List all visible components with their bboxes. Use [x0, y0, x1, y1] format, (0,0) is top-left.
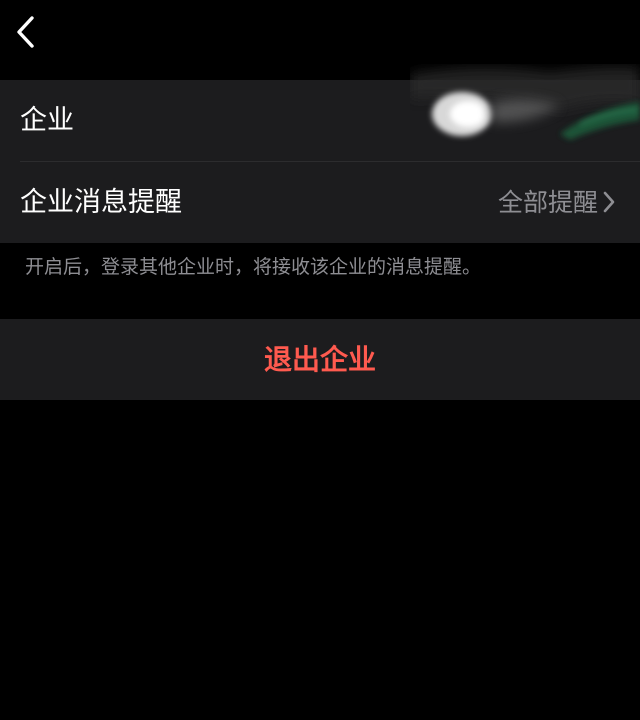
- back-button[interactable]: [8, 12, 44, 52]
- exit-enterprise-label: 退出企业: [263, 343, 376, 376]
- notification-value: 全部提醒: [497, 188, 598, 217]
- chevron-right-icon: [603, 191, 615, 213]
- exit-enterprise-button[interactable]: 退出企业: [0, 319, 640, 400]
- chevron-left-icon: [17, 16, 34, 48]
- notification-label: 企业消息提醒: [20, 187, 182, 218]
- enterprise-row: 企业: [0, 66, 640, 161]
- notification-description: 开启后，登录其他企业时，将接收该企业的消息提醒。: [25, 256, 482, 278]
- redacted-enterprise-name: [410, 66, 640, 140]
- enterprise-label: 企业: [20, 105, 74, 136]
- enterprise-settings-group: 企业 企业消息提醒 全部提醒: [0, 66, 640, 243]
- notification-row[interactable]: 企业消息提醒 全部提醒: [0, 162, 640, 243]
